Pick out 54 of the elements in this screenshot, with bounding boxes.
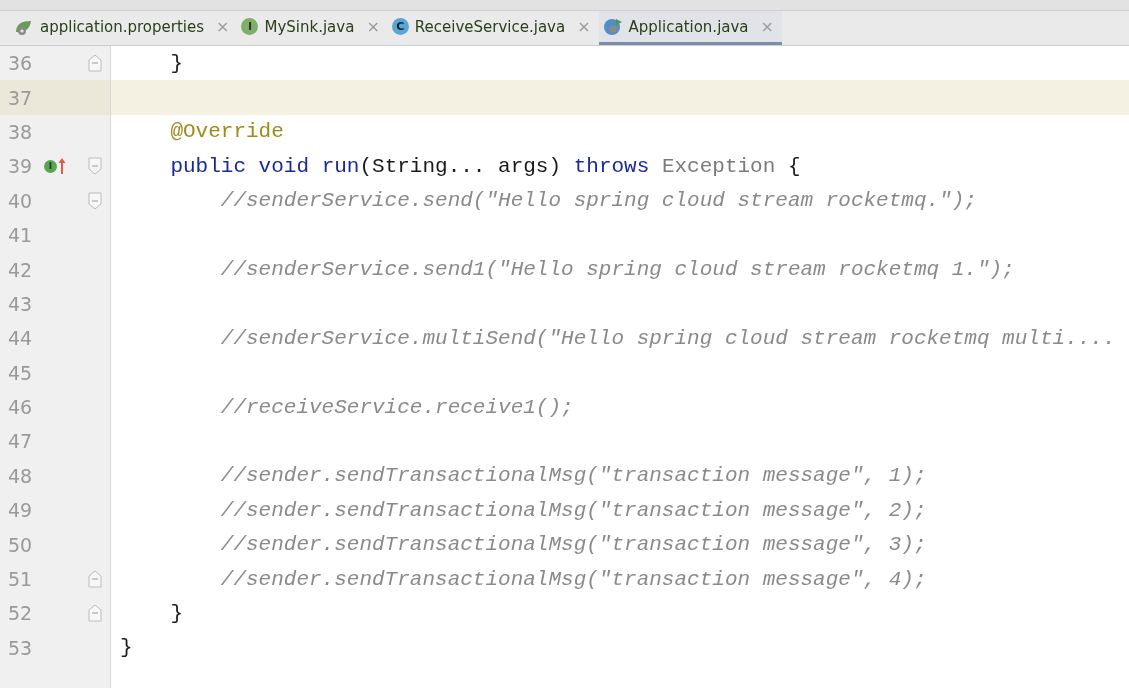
fold-end-icon[interactable] bbox=[88, 604, 102, 623]
line-number: 46 bbox=[8, 396, 34, 419]
code-text: (String... args) bbox=[359, 154, 563, 178]
line-number: 48 bbox=[8, 464, 34, 487]
implements-icon[interactable]: I bbox=[44, 159, 57, 173]
code-comment: //sender.sendTransactionalMsg("transaction message", 1); bbox=[220, 464, 927, 488]
line-number: 50 bbox=[8, 533, 34, 556]
editor-tab[interactable]: I MySink.java × bbox=[237, 11, 388, 45]
method-name: run bbox=[321, 154, 360, 178]
code-comment: //senderService.send1("Hello spring cloud stream rocketmq 1."); bbox=[220, 258, 1015, 282]
line-number: 41 bbox=[8, 224, 34, 247]
line-number: 53 bbox=[8, 636, 34, 659]
editor-tab[interactable]: Application.java × bbox=[598, 11, 782, 45]
code-text: { bbox=[787, 154, 801, 178]
code-text: } bbox=[170, 51, 183, 75]
fold-end-icon[interactable] bbox=[88, 569, 102, 588]
class-run-icon bbox=[602, 17, 623, 36]
line-number: 39 bbox=[8, 155, 34, 178]
interface-icon: I bbox=[241, 18, 259, 35]
line-number: 51 bbox=[8, 568, 34, 591]
line-number: 44 bbox=[8, 327, 34, 350]
type-name: Exception bbox=[661, 154, 777, 178]
fold-collapse-icon[interactable] bbox=[88, 157, 102, 176]
line-number: 40 bbox=[8, 189, 34, 212]
code-comment: //sender.sendTransactionalMsg("transaction message", 3); bbox=[220, 533, 927, 557]
keyword-text: throws bbox=[573, 154, 651, 178]
class-icon: C bbox=[391, 18, 409, 35]
fold-collapse-icon[interactable] bbox=[88, 191, 102, 210]
line-number: 47 bbox=[8, 430, 34, 453]
line-number: 43 bbox=[8, 292, 34, 315]
close-icon[interactable]: × bbox=[366, 17, 380, 36]
code-comment: //receiveService.receive1(); bbox=[220, 395, 574, 419]
code-comment: //senderService.multiSend("Hello spring cloud stream rocketmq multi.... bbox=[220, 326, 1116, 350]
close-icon[interactable]: × bbox=[760, 17, 774, 36]
close-icon[interactable]: × bbox=[216, 17, 230, 36]
annotation-text: @Override bbox=[170, 120, 284, 144]
line-number: 45 bbox=[8, 361, 34, 384]
line-number: 42 bbox=[8, 258, 34, 281]
up-arrow-icon[interactable] bbox=[58, 157, 66, 176]
code-text: } bbox=[120, 636, 133, 660]
code-comment: //sender.sendTransactionalMsg("transaction message", 4); bbox=[220, 567, 927, 591]
close-icon[interactable]: × bbox=[577, 17, 591, 36]
code-text: } bbox=[170, 601, 183, 625]
keyword-text: public void bbox=[170, 154, 310, 178]
editor-tab[interactable]: C ReceiveService.java × bbox=[387, 11, 599, 45]
line-number: 37 bbox=[8, 86, 34, 109]
editor-tab[interactable]: application.properties × bbox=[10, 11, 238, 45]
line-number: 49 bbox=[8, 499, 34, 522]
code-comment: //senderService.send("Hello spring cloud stream rocketmq."); bbox=[220, 189, 977, 213]
code-comment: //sender.sendTransactionalMsg("transaction message", 2); bbox=[220, 498, 927, 522]
line-number: 38 bbox=[8, 120, 34, 143]
line-number: 52 bbox=[8, 602, 34, 625]
line-number: 36 bbox=[8, 52, 34, 75]
fold-end-icon[interactable] bbox=[88, 54, 102, 72]
